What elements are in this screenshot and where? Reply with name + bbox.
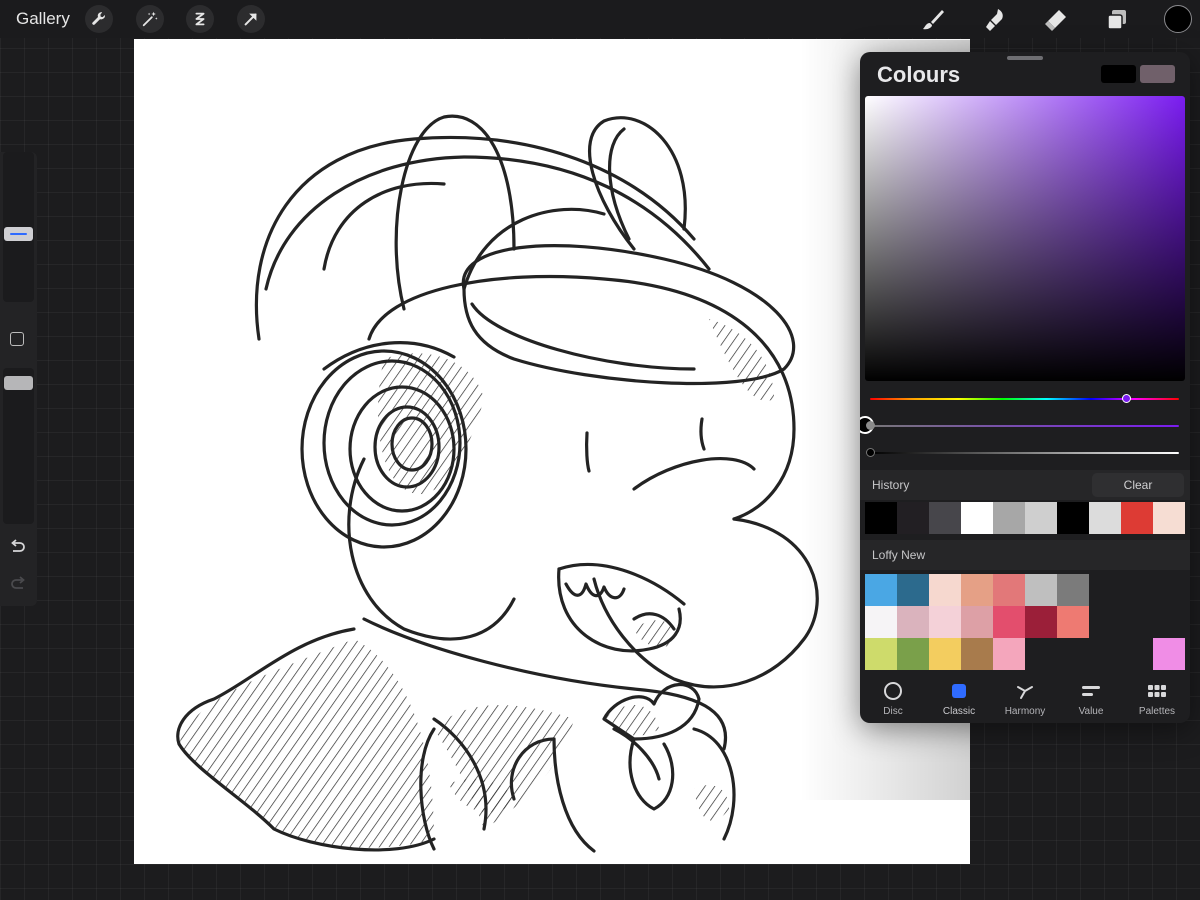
palette-empty-slot[interactable] [1089, 638, 1121, 670]
tab-harmony[interactable]: Harmony [992, 670, 1058, 723]
clear-history-button[interactable]: Clear [1092, 473, 1184, 497]
saturation-slider[interactable] [870, 425, 1179, 427]
palette-swatch[interactable] [961, 638, 993, 670]
tab-label: Harmony [1004, 706, 1046, 717]
history-swatch[interactable] [897, 502, 929, 534]
tab-label: Classic [942, 706, 976, 717]
palette-swatch[interactable] [929, 574, 961, 606]
wrench-icon[interactable] [85, 5, 113, 33]
primary-colour-swatch[interactable] [1101, 65, 1136, 83]
palette-empty-slot[interactable] [1121, 606, 1153, 638]
history-swatch[interactable] [1025, 502, 1057, 534]
history-swatch[interactable] [961, 502, 993, 534]
palette-empty-slot[interactable] [1153, 606, 1185, 638]
history-swatch[interactable] [865, 502, 897, 534]
palette-swatch[interactable] [961, 574, 993, 606]
eraser-icon[interactable] [1040, 5, 1070, 35]
panel-title: Colours [877, 62, 961, 87]
drawing-canvas[interactable] [134, 39, 970, 864]
palette-swatch[interactable] [993, 638, 1025, 670]
palette-swatch[interactable] [897, 574, 929, 606]
palette-swatch[interactable] [929, 606, 961, 638]
palette-swatch[interactable] [929, 638, 961, 670]
palette-swatch[interactable] [897, 638, 929, 670]
tab-label: Value [1078, 706, 1104, 717]
opacity-slider[interactable] [3, 368, 34, 524]
palette-swatch[interactable] [865, 574, 897, 606]
palette-swatch[interactable] [993, 606, 1025, 638]
saturation-knob[interactable] [865, 421, 875, 430]
history-swatch[interactable] [1089, 502, 1121, 534]
secondary-colour-swatch[interactable] [1140, 65, 1175, 83]
palette-swatch[interactable] [865, 606, 897, 638]
classic-square-icon [952, 684, 966, 698]
value-sliders-icon [1082, 686, 1100, 696]
tab-classic[interactable]: Classic [926, 670, 992, 723]
hue-knob[interactable] [1121, 394, 1131, 403]
magic-wand-icon[interactable] [136, 5, 164, 33]
palette-empty-slot[interactable] [1121, 638, 1153, 670]
top-toolbar: Gallery [0, 0, 1200, 38]
palette-swatch[interactable] [1025, 606, 1057, 638]
history-swatch[interactable] [1057, 502, 1089, 534]
disc-icon [884, 682, 902, 700]
tab-value[interactable]: Value [1058, 670, 1124, 723]
history-swatch[interactable] [1153, 502, 1185, 534]
selection-icon[interactable] [186, 5, 214, 33]
tab-disc[interactable]: Disc [860, 670, 926, 723]
left-sidebar [0, 152, 37, 606]
brush-size-thumb[interactable] [4, 226, 33, 241]
palettes-grid-icon [1148, 685, 1166, 697]
hue-slider[interactable] [870, 398, 1179, 400]
brightness-knob[interactable] [865, 448, 875, 457]
colour-mode-tabs: Disc Classic Harmony Value Palettes [860, 670, 1190, 723]
history-swatch[interactable] [993, 502, 1025, 534]
character-sketch [176, 114, 819, 853]
saturation-brightness-square[interactable] [860, 96, 1185, 434]
modify-square-icon[interactable] [10, 332, 24, 346]
colours-panel: Colours History Clear Loffy New Disc Cla… [860, 52, 1190, 723]
palette-empty-slot[interactable] [1121, 574, 1153, 606]
history-label: History [872, 478, 910, 492]
palette-empty-slot[interactable] [1153, 574, 1185, 606]
panel-grabber[interactable] [1007, 56, 1043, 60]
smudge-icon[interactable] [980, 5, 1010, 35]
palette-swatch[interactable] [1025, 574, 1057, 606]
current-colour-button[interactable] [1164, 5, 1192, 33]
redo-icon[interactable] [9, 575, 27, 593]
layers-icon[interactable] [1102, 5, 1132, 35]
undo-icon[interactable] [9, 538, 27, 556]
palette-empty-slot[interactable] [1057, 638, 1089, 670]
tab-label: Palettes [1138, 706, 1176, 717]
transform-arrow-icon[interactable] [237, 5, 265, 33]
history-swatch[interactable] [1121, 502, 1153, 534]
palette-swatch[interactable] [1057, 606, 1089, 638]
palette-swatch[interactable] [1057, 574, 1089, 606]
tab-label: Disc [883, 706, 903, 717]
palette-header: Loffy New [860, 540, 1190, 570]
palette-name: Loffy New [872, 548, 926, 562]
history-swatch[interactable] [929, 502, 961, 534]
palette-swatch[interactable] [1153, 638, 1185, 670]
palette-swatch[interactable] [897, 606, 929, 638]
palette-empty-slot[interactable] [1025, 638, 1057, 670]
palette-swatch[interactable] [961, 606, 993, 638]
brush-icon[interactable] [918, 5, 948, 35]
opacity-thumb[interactable] [4, 376, 33, 390]
harmony-icon [1017, 686, 1033, 699]
tab-palettes[interactable]: Palettes [1124, 670, 1190, 723]
gallery-button[interactable]: Gallery [16, 9, 70, 29]
brightness-slider[interactable] [870, 452, 1179, 454]
palette-swatch[interactable] [993, 574, 1025, 606]
palette-swatch[interactable] [865, 638, 897, 670]
palette-empty-slot[interactable] [1089, 574, 1121, 606]
palette-empty-slot[interactable] [1089, 606, 1121, 638]
